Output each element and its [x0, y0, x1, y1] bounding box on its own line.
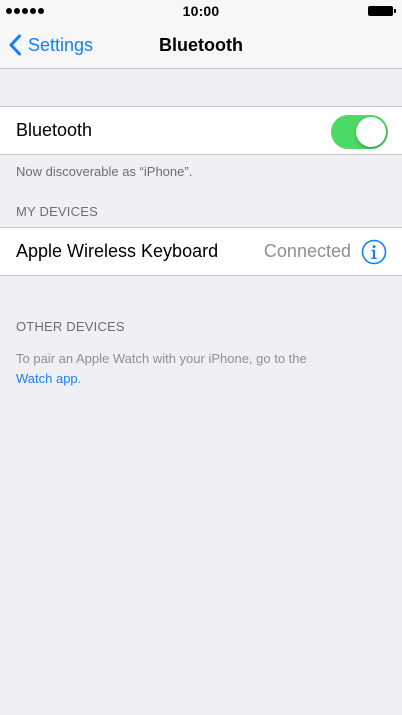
bluetooth-toggle-row: Bluetooth — [0, 106, 402, 155]
device-name: Apple Wireless Keyboard — [16, 241, 219, 261]
discoverable-text: Now discoverable as “iPhone”. — [16, 164, 193, 179]
watch-pairing-text: To pair an Apple Watch with your iPhone,… — [16, 351, 307, 366]
other-devices-header: OTHER DEVICES — [16, 319, 125, 334]
page-title: Bluetooth — [159, 35, 243, 55]
navigation-bar: Settings Bluetooth — [0, 22, 402, 69]
my-devices-header: MY DEVICES — [16, 204, 98, 219]
bluetooth-toggle[interactable] — [331, 115, 388, 149]
device-row[interactable]: Apple Wireless Keyboard Connected — [0, 227, 402, 276]
watch-pairing-help: To pair an Apple Watch with your iPhone,… — [16, 349, 376, 389]
status-bar: 10:00 — [0, 0, 402, 22]
info-circle-icon[interactable] — [361, 239, 387, 265]
toggle-knob — [356, 117, 386, 147]
bluetooth-settings-screen: 10:00 Settings Bluetooth Bluetooth Now d… — [0, 0, 402, 715]
watch-app-link[interactable]: Watch app — [16, 371, 78, 386]
device-status: Connected — [263, 241, 351, 261]
help-text-suffix: . — [77, 371, 82, 386]
bluetooth-row-label: Bluetooth — [16, 120, 93, 140]
status-time: 10:00 — [182, 3, 220, 19]
battery-icon — [368, 6, 396, 16]
